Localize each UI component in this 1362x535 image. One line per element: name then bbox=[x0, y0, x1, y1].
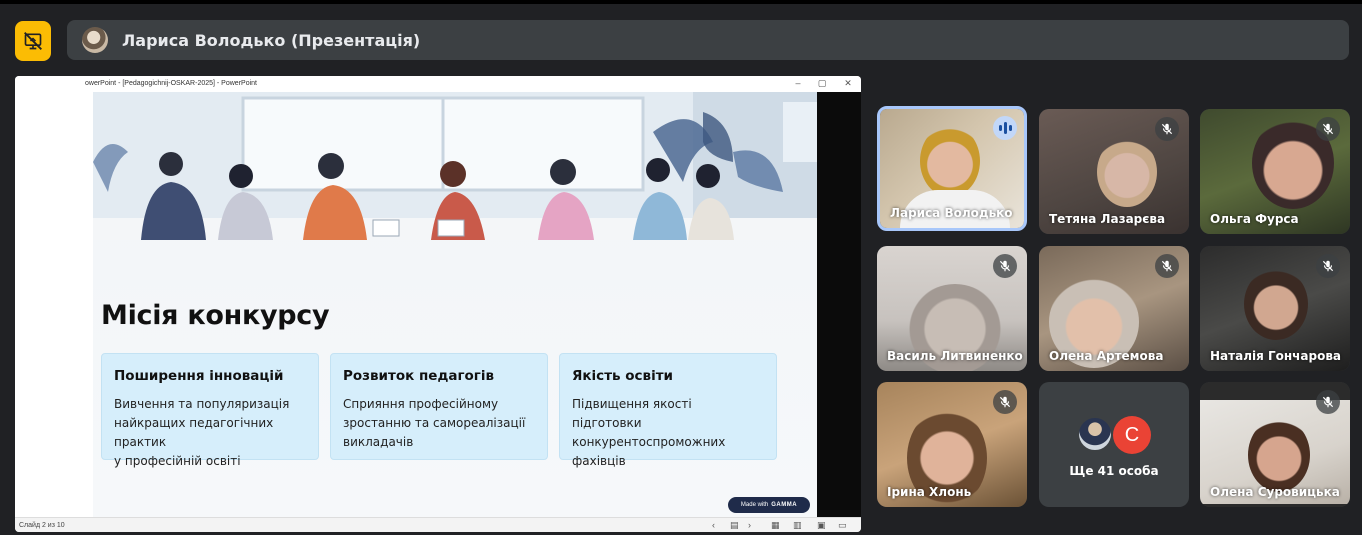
participant-tile[interactable]: Олена Артемова bbox=[1039, 246, 1189, 371]
participant-avatar bbox=[1077, 416, 1113, 452]
meeting-illustration bbox=[93, 92, 817, 240]
made-with-gamma-badge[interactable]: Made with GAMMA bbox=[728, 497, 810, 513]
speaking-indicator-icon bbox=[993, 116, 1017, 140]
ppt-body: Місія конкурсу Поширення інновацій Вивче… bbox=[15, 92, 861, 517]
slide-counter: Слайд 2 из 10 bbox=[19, 522, 65, 529]
card-line: конкурентоспроможних фахівців bbox=[572, 435, 726, 468]
participant-face bbox=[920, 125, 980, 197]
reading-view-icon[interactable]: ▣ bbox=[817, 520, 826, 531]
presenter-title: Лариса Володько (Презентація) bbox=[122, 30, 421, 50]
participant-tile[interactable]: Тетяна Лазарєва bbox=[1039, 109, 1189, 234]
right-panel bbox=[817, 92, 861, 517]
participant-name: Олена Артемова bbox=[1049, 349, 1164, 363]
notes-icon[interactable]: ▤ bbox=[730, 520, 739, 531]
maximize-icon[interactable]: ▢ bbox=[815, 78, 829, 89]
participant-face bbox=[1097, 137, 1157, 207]
card-title: Якість освіти bbox=[572, 368, 673, 384]
ppt-titlebar: owerPoint - [Pedagogichnij-OSKAR-2025] -… bbox=[15, 76, 861, 92]
more-participants-label: Ще 41 особа bbox=[1069, 464, 1159, 478]
participant-name: Наталія Гончарова bbox=[1210, 349, 1342, 363]
card-line: викладачів bbox=[343, 435, 414, 449]
participant-name: Василь Литвиненко bbox=[887, 349, 1023, 363]
card-innovation: Поширення інновацій Вивчення та популяри… bbox=[101, 353, 319, 468]
prev-slide-icon[interactable]: ‹ bbox=[712, 520, 715, 530]
mic-off-icon bbox=[993, 390, 1017, 414]
mic-off-icon bbox=[1155, 117, 1179, 141]
card-text: Підвищення якості підготовки конкурентос… bbox=[572, 395, 764, 471]
badge-brand: GAMMA bbox=[771, 502, 798, 508]
meet-window: Лариса Володько (Презентація) owerPoint … bbox=[0, 0, 1362, 535]
card-title: Поширення інновацій bbox=[114, 368, 284, 384]
mic-off-icon bbox=[1316, 117, 1340, 141]
slide: Місія конкурсу Поширення інновацій Вивче… bbox=[93, 92, 817, 517]
slideshow-icon[interactable]: ▭ bbox=[838, 520, 847, 531]
card-text: Сприяння професійному зростанню та самор… bbox=[343, 395, 535, 452]
minimize-icon[interactable]: – bbox=[791, 78, 805, 88]
shared-screen: owerPoint - [Pedagogichnij-OSKAR-2025] -… bbox=[15, 76, 861, 532]
participant-tile[interactable]: Наталія Гончарова bbox=[1200, 246, 1350, 371]
present-off-icon bbox=[24, 32, 42, 50]
participant-name: Олена Суровицька bbox=[1210, 485, 1340, 499]
sorter-view-icon[interactable]: ▥ bbox=[793, 520, 802, 531]
participant-name: Ольга Фурса bbox=[1210, 212, 1299, 226]
participant-tile[interactable]: Ірина Хлонь bbox=[877, 382, 1027, 507]
ppt-statusbar: Слайд 2 из 10 ‹ ▤ › ▦ ▥ ▣ ▭ bbox=[15, 517, 861, 532]
left-margin bbox=[15, 92, 93, 517]
mic-off-icon bbox=[1316, 254, 1340, 278]
normal-view-icon[interactable]: ▦ bbox=[771, 520, 780, 531]
card-title: Розвиток педагогів bbox=[343, 368, 495, 384]
mic-off-icon bbox=[1316, 390, 1340, 414]
card-development: Розвиток педагогів Сприяння професійному… bbox=[330, 353, 548, 460]
card-quality: Якість освіти Підвищення якості підготов… bbox=[559, 353, 777, 468]
card-line: у професійній освіті bbox=[114, 454, 241, 468]
ppt-window-title: owerPoint - [Pedagogichnij-OSKAR-2025] -… bbox=[85, 80, 257, 87]
card-line: найкращих педагогічних практик bbox=[114, 416, 274, 449]
participant-face bbox=[1244, 268, 1308, 340]
card-text: Вивчення та популяризація найкращих педа… bbox=[114, 395, 306, 471]
mic-off-icon bbox=[993, 254, 1017, 278]
more-participants-tile[interactable]: С Ще 41 особа bbox=[1039, 382, 1189, 507]
participant-tile[interactable]: Лариса Володько bbox=[877, 106, 1027, 231]
participant-avatar-letter: С bbox=[1113, 416, 1151, 454]
stop-presenting-button[interactable] bbox=[15, 21, 51, 61]
participant-tile[interactable]: Василь Литвиненко bbox=[877, 246, 1027, 371]
more-avatars: С bbox=[1077, 416, 1151, 454]
close-icon[interactable]: ✕ bbox=[841, 78, 855, 89]
participant-tile[interactable]: Ольга Фурса bbox=[1200, 109, 1350, 234]
card-line: Вивчення та популяризація bbox=[114, 397, 290, 411]
participant-name: Ірина Хлонь bbox=[887, 485, 972, 499]
presenter-bar: Лариса Володько (Презентація) bbox=[67, 20, 1349, 60]
next-slide-icon[interactable]: › bbox=[748, 520, 751, 530]
mic-off-icon bbox=[1155, 254, 1179, 278]
card-line: зростанню та самореалізації bbox=[343, 416, 526, 430]
badge-prefix: Made with bbox=[740, 502, 769, 508]
participant-face bbox=[1248, 418, 1310, 492]
card-line: Підвищення якості підготовки bbox=[572, 397, 692, 430]
participant-tile[interactable]: Олена Суровицька bbox=[1200, 382, 1350, 507]
presenter-avatar bbox=[82, 27, 108, 53]
slide-title: Місія конкурсу bbox=[101, 300, 330, 331]
participant-name: Тетяна Лазарєва bbox=[1049, 212, 1166, 226]
card-line: Сприяння професійному bbox=[343, 397, 499, 411]
participant-name: Лариса Володько bbox=[890, 206, 1013, 220]
hero-illustration bbox=[93, 92, 817, 240]
